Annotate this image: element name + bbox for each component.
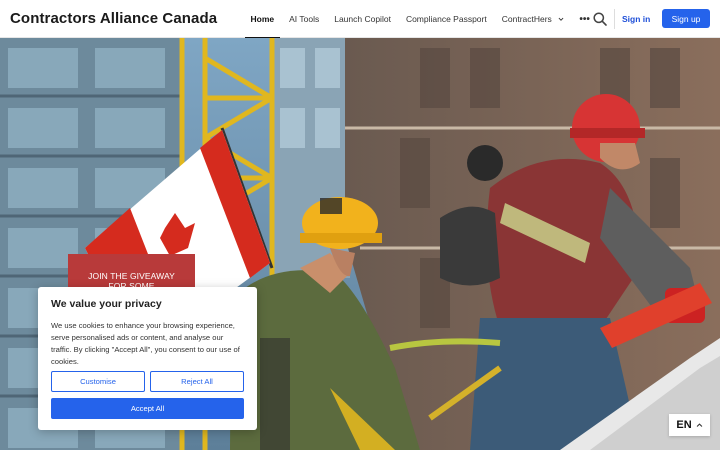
brand-logo[interactable]: Contractors Alliance Canada — [10, 10, 217, 27]
sign-up-button[interactable]: Sign up — [662, 9, 710, 28]
main-nav: Home AI Tools Launch Copilot Compliance … — [243, 0, 598, 39]
giveaway-line1: JOIN THE GIVEAWAY — [88, 271, 175, 281]
cookie-button-row: Customise Reject All — [51, 371, 244, 392]
language-selector[interactable]: EN — [669, 414, 710, 436]
language-code: EN — [676, 419, 692, 431]
cookie-title: We value your privacy — [51, 298, 162, 310]
customise-button[interactable]: Customise — [51, 371, 145, 392]
search-icon[interactable] — [592, 11, 608, 27]
reject-all-button[interactable]: Reject All — [150, 371, 244, 392]
nav-contracthers[interactable]: ContractHers — [494, 0, 571, 38]
cookie-description: We use cookies to enhance your browsing … — [51, 321, 240, 366]
accept-all-button[interactable]: Accept All — [51, 398, 244, 419]
nav-launch-copilot[interactable]: Launch Copilot — [327, 0, 399, 38]
nav-home[interactable]: Home — [243, 0, 282, 39]
chevron-up-icon — [696, 422, 702, 427]
nav-compliance-passport[interactable]: Compliance Passport — [398, 0, 494, 38]
nav-ai-tools[interactable]: AI Tools — [282, 0, 327, 38]
chevron-down-icon — [558, 17, 564, 21]
sign-in-link[interactable]: Sign in — [622, 11, 650, 27]
cookie-consent-dialog: We value your privacy We use cookies to … — [38, 287, 257, 430]
nav-contracthers-label: ContractHers — [501, 14, 552, 24]
header-divider — [614, 9, 615, 29]
site-header: Contractors Alliance Canada Home AI Tool… — [0, 0, 720, 39]
